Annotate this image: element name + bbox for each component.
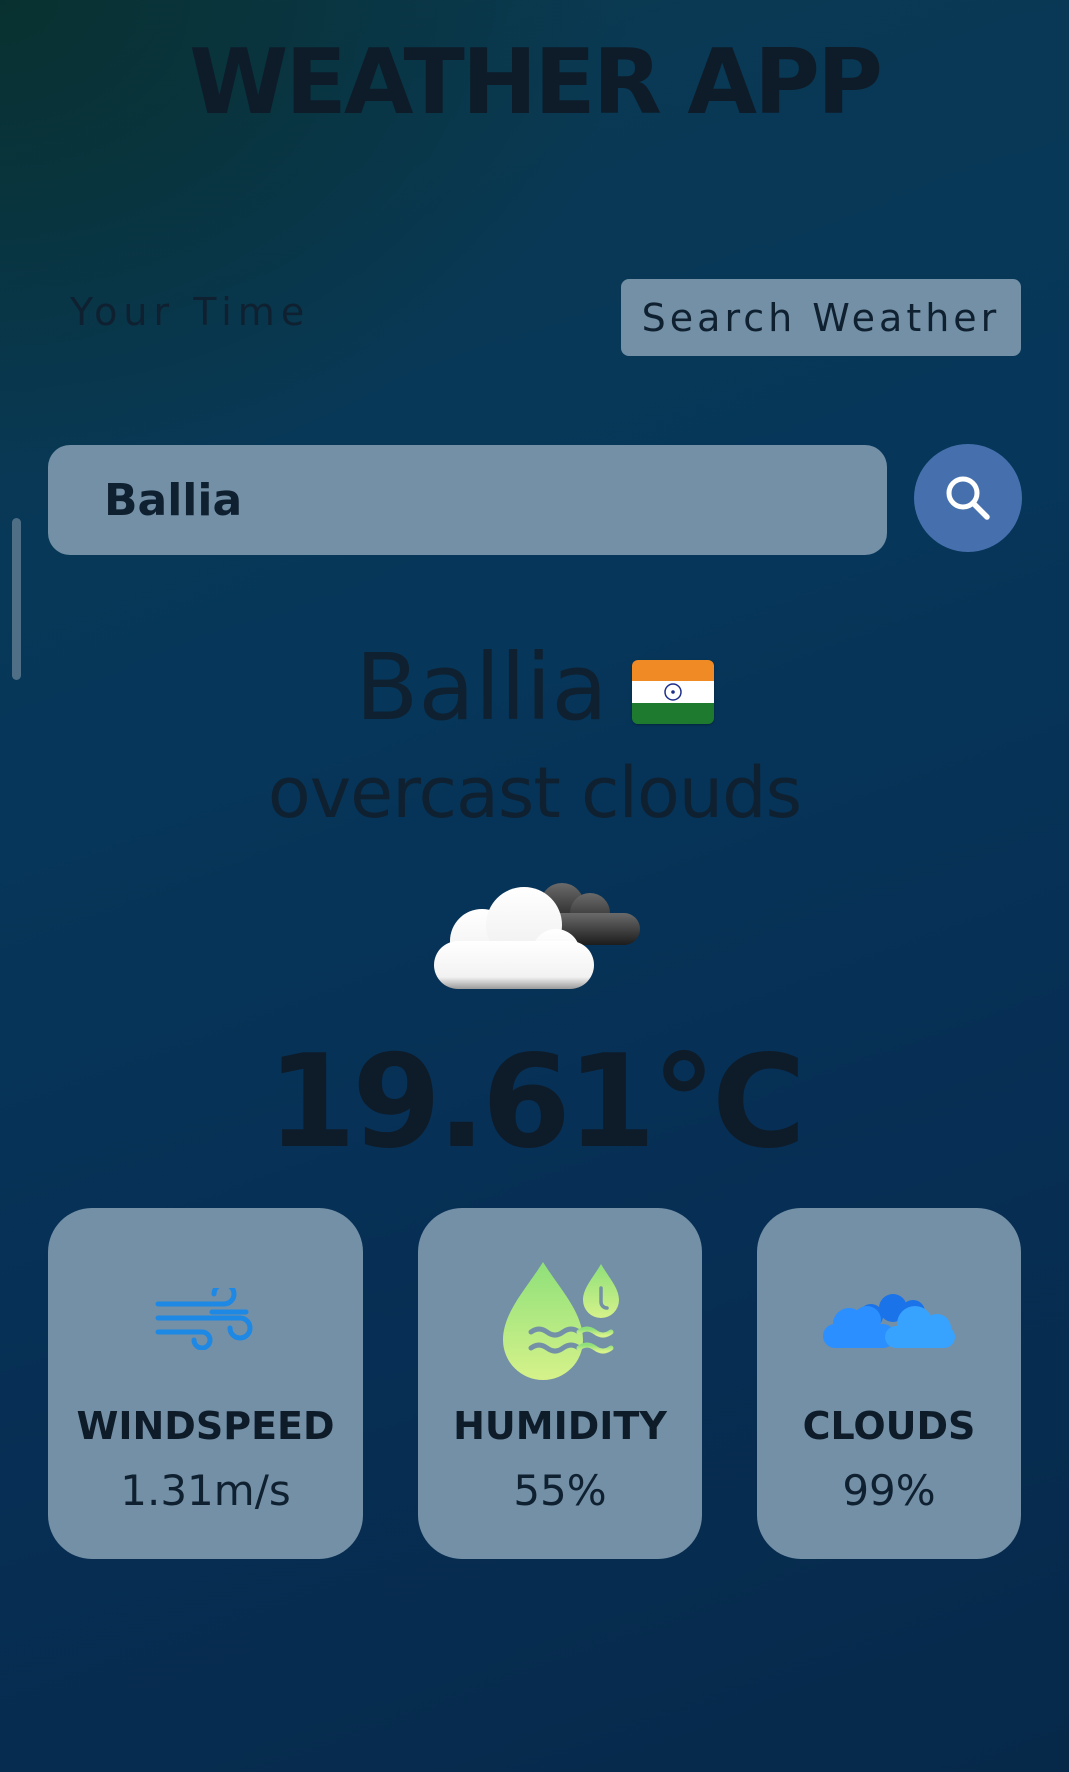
clouds-icon bbox=[823, 1294, 955, 1348]
humidity-label: HUMIDITY bbox=[453, 1404, 667, 1448]
humidity-drops-icon bbox=[503, 1262, 619, 1380]
your-time-label[interactable]: Your Time bbox=[70, 290, 310, 334]
clouds-value: 99% bbox=[842, 1466, 936, 1515]
search-icon bbox=[946, 476, 990, 520]
weather-description: overcast clouds bbox=[267, 752, 802, 834]
search-weather-button[interactable]: Search Weather bbox=[621, 279, 1021, 356]
search-weather-button-label: Search Weather bbox=[641, 295, 1001, 340]
city-name: Ballia bbox=[355, 634, 608, 741]
wind-icon bbox=[155, 1288, 252, 1350]
city-search-input-value: Ballia bbox=[104, 474, 243, 526]
windspeed-label: WINDSPEED bbox=[76, 1404, 335, 1448]
windspeed-card: WINDSPEED 1.31m/s bbox=[48, 1208, 363, 1559]
humidity-card: HUMIDITY 55% bbox=[418, 1208, 702, 1559]
weather-app-page: WEATHER APP Your Time Search Weather Bal… bbox=[0, 0, 1069, 1772]
windspeed-value: 1.31m/s bbox=[120, 1466, 291, 1515]
clouds-card: CLOUDS 99% bbox=[757, 1208, 1021, 1559]
city-search-input[interactable]: Ballia bbox=[48, 445, 887, 555]
overcast-clouds-icon bbox=[434, 883, 640, 989]
temperature-value: 19.61°C bbox=[267, 1028, 806, 1177]
app-title: WEATHER APP bbox=[189, 30, 883, 135]
india-flag-icon bbox=[631, 660, 714, 724]
city-heading: Ballia bbox=[0, 628, 1069, 748]
humidity-value: 55% bbox=[513, 1466, 607, 1515]
search-button[interactable] bbox=[914, 444, 1022, 552]
clouds-label: CLOUDS bbox=[802, 1404, 976, 1448]
